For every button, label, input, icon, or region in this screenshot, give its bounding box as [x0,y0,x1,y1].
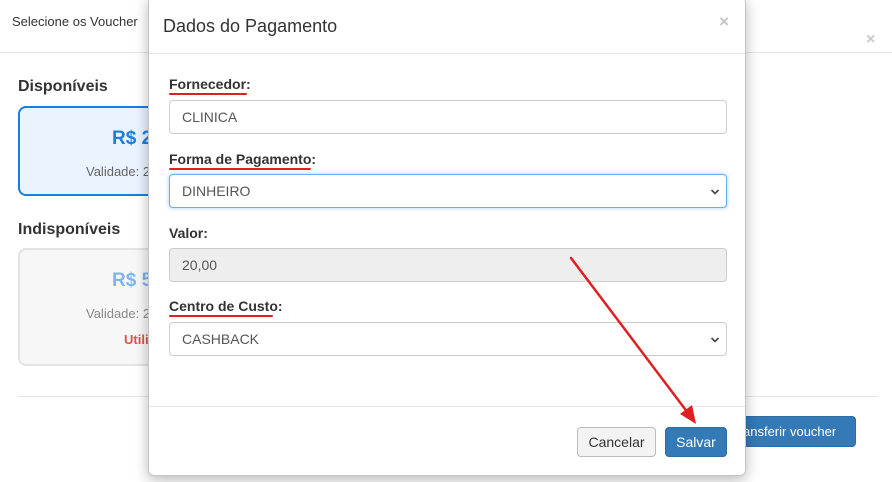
amount-label: Valor: [169,225,208,241]
chevron-down-icon [710,189,720,195]
payment-method-value: DINHEIRO [182,183,251,199]
payment-method-label: Forma de Pagamento: [169,151,317,167]
close-icon[interactable]: × [719,12,729,32]
amount-field: 20,00 [169,248,727,282]
annotation-underline [169,168,311,170]
chevron-down-icon [710,337,720,343]
amount-value: 20,00 [182,257,218,273]
modal-footer-divider [149,406,745,407]
modal-header: Dados do Pagamento × [149,1,745,54]
voucher-validity: Validade: 2 [86,306,151,321]
modal-title: Dados do Pagamento [163,16,338,36]
cost-center-select[interactable]: CASHBACK [169,322,727,356]
unavailable-section-title: Indisponíveis [18,221,121,238]
cancel-button[interactable]: Cancelar [577,427,656,457]
annotation-underline [169,315,273,317]
payment-method-select[interactable]: DINHEIRO [169,174,727,208]
voucher-dialog-title: Selecione os Voucher [12,14,138,29]
voucher-amount: R$ 5 [112,270,153,291]
voucher-status: Utili [124,332,149,347]
cost-center-label: Centro de Custo: [169,298,283,314]
voucher-validity: Validade: 2 [86,164,151,179]
supplier-field[interactable]: CLINICA [169,100,727,134]
annotation-underline [169,93,247,95]
cost-center-value: CASHBACK [182,331,260,347]
supplier-value: CLINICA [182,109,238,125]
available-section-title: Disponíveis [18,78,108,95]
close-icon[interactable]: × [866,31,875,49]
supplier-label: Fornecedor: [169,76,251,92]
save-button[interactable]: Salvar [665,427,727,457]
payment-modal: Dados do Pagamento × Fornecedor: CLINICA… [148,0,746,476]
voucher-amount: R$ 2 [112,128,153,149]
